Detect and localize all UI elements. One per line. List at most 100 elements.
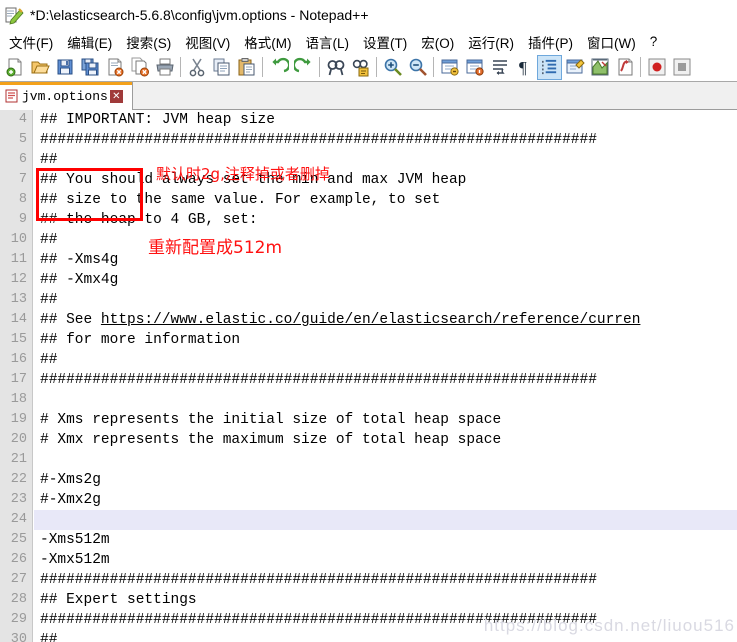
close-all-icon[interactable] xyxy=(127,55,152,80)
undo-icon[interactable] xyxy=(266,55,291,80)
code-line[interactable]: 5 #######################################… xyxy=(0,130,737,150)
separator-3 xyxy=(319,57,320,77)
tab-bar: jvm.options ✕ xyxy=(0,82,737,110)
show-all-chars-icon[interactable]: ¶ xyxy=(512,55,537,80)
code-line[interactable]: 10 ## xyxy=(0,230,737,250)
code-line[interactable]: 25 -Xms512m xyxy=(0,530,737,550)
modified-document-icon xyxy=(5,89,18,103)
menu-bar: 文件(F) 编辑(E) 搜索(S) 视图(V) 格式(M) 语言(L) 设置(T… xyxy=(0,30,737,53)
line-text: ########################################… xyxy=(40,372,597,388)
close-icon[interactable]: ✕ xyxy=(109,89,123,103)
code-line[interactable]: 17 ######################################… xyxy=(0,370,737,390)
cut-icon[interactable] xyxy=(184,55,209,80)
code-line[interactable]: 4 ## IMPORTANT: JVM heap size xyxy=(0,110,737,130)
code-line[interactable]: 6 ## xyxy=(0,150,737,170)
line-number: 27 xyxy=(10,572,27,587)
line-number: 8 xyxy=(18,192,27,207)
menu-help[interactable]: ? xyxy=(643,33,665,50)
record-macro-icon[interactable] xyxy=(644,55,669,80)
code-line[interactable]: 7 ## You should always set the min and ma… xyxy=(0,170,737,190)
line-number: 16 xyxy=(10,352,27,367)
code-line[interactable]: 27 ######################################… xyxy=(0,570,737,590)
menu-settings[interactable]: 设置(T) xyxy=(356,31,414,53)
tab-jvm-options[interactable]: jvm.options ✕ xyxy=(0,82,133,110)
redo-icon[interactable] xyxy=(291,55,316,80)
menu-plugins[interactable]: 插件(P) xyxy=(521,31,580,53)
line-text: ## xyxy=(40,352,58,368)
menu-search[interactable]: 搜索(S) xyxy=(119,31,178,53)
sync-vertical-icon[interactable] xyxy=(437,55,462,80)
line-number: 9 xyxy=(18,212,27,227)
line-number: 29 xyxy=(10,612,27,627)
code-line[interactable]: 8 ## size to the same value. For example,… xyxy=(0,190,737,210)
menu-macro[interactable]: 宏(O) xyxy=(414,31,461,53)
code-line[interactable]: 20 # Xmx represents the maximum size of t… xyxy=(0,430,737,450)
save-icon[interactable] xyxy=(52,55,77,80)
line-number: 10 xyxy=(10,232,27,247)
menu-window[interactable]: 窗口(W) xyxy=(580,31,643,53)
line-number: 25 xyxy=(10,532,27,547)
code-line[interactable]: 11 ## -Xms4g xyxy=(0,250,737,270)
zoom-in-icon[interactable] xyxy=(380,55,405,80)
code-line[interactable]: 21 xyxy=(0,450,737,470)
print-icon[interactable] xyxy=(152,55,177,80)
code-line[interactable]: 18 xyxy=(0,390,737,410)
code-line[interactable]: 24 xyxy=(0,510,737,530)
close-file-icon[interactable] xyxy=(102,55,127,80)
stop-macro-icon[interactable] xyxy=(669,55,694,80)
indent-guide-icon[interactable] xyxy=(537,54,562,80)
separator-6 xyxy=(640,57,641,77)
code-line[interactable]: 14 ## See https://www.elastic.co/guide/en… xyxy=(0,310,737,330)
code-line[interactable]: 28 ## Expert settings xyxy=(0,590,737,610)
replace-icon[interactable] xyxy=(348,55,373,80)
code-line[interactable]: 16 ## xyxy=(0,350,737,370)
line-number: 30 xyxy=(10,632,27,642)
document-map-icon[interactable] xyxy=(587,55,612,80)
window-title: *D:\elasticsearch-5.6.8\config\jvm.optio… xyxy=(30,7,369,23)
user-defined-language-icon[interactable] xyxy=(562,55,587,80)
menu-language[interactable]: 语言(L) xyxy=(299,31,357,53)
separator-4 xyxy=(376,57,377,77)
line-number: 13 xyxy=(10,292,27,307)
code-line[interactable]: 19 # Xms represents the initial size of t… xyxy=(0,410,737,430)
hyperlink[interactable]: https://www.elastic.co/guide/en/elastics… xyxy=(101,312,641,328)
code-line[interactable]: 22 #-Xms2g xyxy=(0,470,737,490)
code-editor[interactable]: 4 ## IMPORTANT: JVM heap size 5 ###########… xyxy=(0,110,737,642)
line-number: 22 xyxy=(10,472,27,487)
code-line[interactable]: 15 ## for more information xyxy=(0,330,737,350)
separator-5 xyxy=(433,57,434,77)
line-text: ## See https://www.elastic.co/guide/en/e… xyxy=(40,312,641,328)
open-file-icon[interactable] xyxy=(27,55,52,80)
menu-view[interactable]: 视图(V) xyxy=(178,31,237,53)
svg-text:¶: ¶ xyxy=(519,58,527,77)
tab-active-indicator xyxy=(0,82,132,85)
menu-edit[interactable]: 编辑(E) xyxy=(60,31,119,53)
find-icon[interactable] xyxy=(323,55,348,80)
line-text: ## -Xms4g xyxy=(40,252,119,268)
word-wrap-icon[interactable] xyxy=(487,55,512,80)
line-text: # Xms represents the initial size of tot… xyxy=(40,412,502,428)
code-lines[interactable]: 4 ## IMPORTANT: JVM heap size 5 ###########… xyxy=(0,110,737,642)
line-text: -Xms512m xyxy=(40,532,110,548)
line-number: 11 xyxy=(10,252,27,267)
zoom-out-icon[interactable] xyxy=(405,55,430,80)
line-number: 17 xyxy=(10,372,27,387)
line-text: -Xmx512m xyxy=(40,552,110,568)
code-line[interactable]: 12 ## -Xmx4g xyxy=(0,270,737,290)
tab-label: jvm.options xyxy=(22,88,108,104)
paste-icon[interactable] xyxy=(234,55,259,80)
function-list-icon[interactable] xyxy=(612,55,637,80)
menu-format[interactable]: 格式(M) xyxy=(237,31,298,53)
menu-file[interactable]: 文件(F) xyxy=(2,31,60,53)
code-line[interactable]: 26 -Xmx512m xyxy=(0,550,737,570)
menu-run[interactable]: 运行(R) xyxy=(461,31,521,53)
sync-horizontal-icon[interactable] xyxy=(462,55,487,80)
annotation-default-2g: 默认时2g,注释掉或者删掉 xyxy=(156,165,330,183)
save-all-icon[interactable] xyxy=(77,55,102,80)
copy-icon[interactable] xyxy=(209,55,234,80)
code-line[interactable]: 13 ## xyxy=(0,290,737,310)
code-line[interactable]: 9 ## the heap to 4 GB, set: xyxy=(0,210,737,230)
new-file-icon[interactable] xyxy=(2,55,27,80)
line-text: ## for more information xyxy=(40,332,241,348)
code-line[interactable]: 23 #-Xmx2g xyxy=(0,490,737,510)
